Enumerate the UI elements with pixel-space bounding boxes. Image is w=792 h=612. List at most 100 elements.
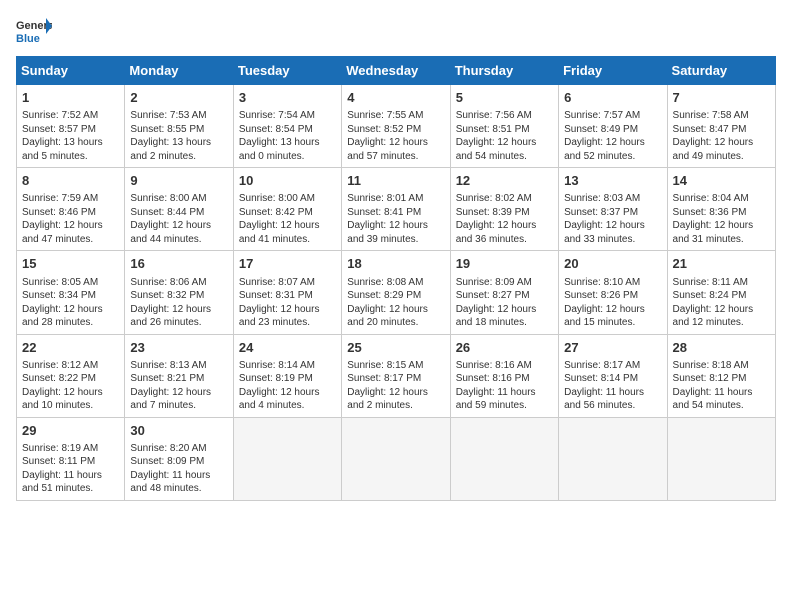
day-number: 3 bbox=[239, 89, 336, 107]
calendar-cell: 5 Sunrise: 7:56 AMSunset: 8:51 PMDaylight… bbox=[450, 85, 558, 168]
day-number: 20 bbox=[564, 255, 661, 273]
day-number: 1 bbox=[22, 89, 119, 107]
dow-header-monday: Monday bbox=[125, 57, 233, 85]
day-info: Sunrise: 8:16 AMSunset: 8:16 PMDaylight:… bbox=[456, 359, 553, 413]
day-number: 26 bbox=[456, 339, 553, 357]
day-number: 15 bbox=[22, 255, 119, 273]
day-number: 2 bbox=[130, 89, 227, 107]
day-number: 7 bbox=[673, 89, 770, 107]
day-info: Sunrise: 7:55 AMSunset: 8:52 PMDaylight:… bbox=[347, 109, 444, 163]
calendar-cell: 11 Sunrise: 8:01 AMSunset: 8:41 PMDayligh… bbox=[342, 168, 450, 251]
calendar-table: SundayMondayTuesdayWednesdayThursdayFrid… bbox=[16, 56, 776, 501]
day-info: Sunrise: 8:04 AMSunset: 8:36 PMDaylight:… bbox=[673, 192, 770, 246]
svg-text:Blue: Blue bbox=[16, 33, 40, 44]
day-info: Sunrise: 7:58 AMSunset: 8:47 PMDaylight:… bbox=[673, 109, 770, 163]
calendar-cell: 22 Sunrise: 8:12 AMSunset: 8:22 PMDayligh… bbox=[17, 334, 125, 417]
day-number: 5 bbox=[456, 89, 553, 107]
day-info: Sunrise: 8:06 AMSunset: 8:32 PMDaylight:… bbox=[130, 276, 227, 330]
day-info: Sunrise: 8:01 AMSunset: 8:41 PMDaylight:… bbox=[347, 192, 444, 246]
day-number: 30 bbox=[130, 422, 227, 440]
dow-header-wednesday: Wednesday bbox=[342, 57, 450, 85]
calendar-cell: 12Sunrise: 8:02 AMSunset: 8:39 PMDayligh… bbox=[450, 168, 558, 251]
day-number: 9 bbox=[130, 172, 227, 190]
dow-header-thursday: Thursday bbox=[450, 57, 558, 85]
day-number: 21 bbox=[673, 255, 770, 273]
day-number: 17 bbox=[239, 255, 336, 273]
calendar-cell: 16 Sunrise: 8:06 AMSunset: 8:32 PMDayligh… bbox=[125, 251, 233, 334]
calendar-cell: 30 Sunrise: 8:20 AMSunset: 8:09 PMDayligh… bbox=[125, 417, 233, 500]
calendar-cell: 24Sunrise: 8:14 AMSunset: 8:19 PMDayligh… bbox=[233, 334, 341, 417]
day-info: Sunrise: 8:13 AMSunset: 8:21 PMDaylight:… bbox=[130, 359, 227, 413]
day-number: 27 bbox=[564, 339, 661, 357]
day-number: 23 bbox=[130, 339, 227, 357]
calendar-cell: 4 Sunrise: 7:55 AMSunset: 8:52 PMDaylight… bbox=[342, 85, 450, 168]
calendar-cell: 1 Sunrise: 7:52 AMSunset: 8:57 PMDaylight… bbox=[17, 85, 125, 168]
calendar-cell: 2 Sunrise: 7:53 AMSunset: 8:55 PMDaylight… bbox=[125, 85, 233, 168]
day-info: Sunrise: 7:56 AMSunset: 8:51 PMDaylight:… bbox=[456, 109, 553, 163]
calendar-cell: 7 Sunrise: 7:58 AMSunset: 8:47 PMDaylight… bbox=[667, 85, 775, 168]
day-number: 28 bbox=[673, 339, 770, 357]
day-info: Sunrise: 8:11 AMSunset: 8:24 PMDaylight:… bbox=[673, 276, 770, 330]
calendar-cell: 17 Sunrise: 8:07 AMSunset: 8:31 PMDayligh… bbox=[233, 251, 341, 334]
calendar-cell: 8 Sunrise: 7:59 AMSunset: 8:46 PMDaylight… bbox=[17, 168, 125, 251]
day-info: Sunrise: 8:05 AMSunset: 8:34 PMDaylight:… bbox=[22, 276, 119, 330]
logo: General Blue bbox=[16, 16, 52, 44]
day-info: Sunrise: 8:12 AMSunset: 8:22 PMDaylight:… bbox=[22, 359, 119, 413]
calendar-cell: 18Sunrise: 8:08 AMSunset: 8:29 PMDayligh… bbox=[342, 251, 450, 334]
day-info: Sunrise: 8:09 AMSunset: 8:27 PMDaylight:… bbox=[456, 276, 553, 330]
day-info: Sunrise: 8:20 AMSunset: 8:09 PMDaylight:… bbox=[130, 442, 227, 496]
day-info: Sunrise: 8:19 AMSunset: 8:11 PMDaylight:… bbox=[22, 442, 119, 496]
day-info: Sunrise: 8:10 AMSunset: 8:26 PMDaylight:… bbox=[564, 276, 661, 330]
day-number: 13 bbox=[564, 172, 661, 190]
day-info: Sunrise: 7:52 AMSunset: 8:57 PMDaylight:… bbox=[22, 109, 119, 163]
day-number: 14 bbox=[673, 172, 770, 190]
logo-icon: General Blue bbox=[16, 16, 52, 44]
day-info: Sunrise: 8:18 AMSunset: 8:12 PMDaylight:… bbox=[673, 359, 770, 413]
calendar-cell: 3 Sunrise: 7:54 AMSunset: 8:54 PMDaylight… bbox=[233, 85, 341, 168]
day-info: Sunrise: 8:00 AMSunset: 8:44 PMDaylight:… bbox=[130, 192, 227, 246]
calendar-cell bbox=[342, 417, 450, 500]
dow-header-friday: Friday bbox=[559, 57, 667, 85]
day-number: 11 bbox=[347, 172, 444, 190]
calendar-cell: 13 Sunrise: 8:03 AMSunset: 8:37 PMDayligh… bbox=[559, 168, 667, 251]
day-info: Sunrise: 7:59 AMSunset: 8:46 PMDaylight:… bbox=[22, 192, 119, 246]
day-info: Sunrise: 8:14 AMSunset: 8:19 PMDaylight:… bbox=[239, 359, 336, 413]
day-info: Sunrise: 8:07 AMSunset: 8:31 PMDaylight:… bbox=[239, 276, 336, 330]
calendar-cell: 20 Sunrise: 8:10 AMSunset: 8:26 PMDayligh… bbox=[559, 251, 667, 334]
dow-header-saturday: Saturday bbox=[667, 57, 775, 85]
dow-header-tuesday: Tuesday bbox=[233, 57, 341, 85]
day-info: Sunrise: 8:03 AMSunset: 8:37 PMDaylight:… bbox=[564, 192, 661, 246]
day-info: Sunrise: 7:57 AMSunset: 8:49 PMDaylight:… bbox=[564, 109, 661, 163]
day-number: 19 bbox=[456, 255, 553, 273]
calendar-cell bbox=[233, 417, 341, 500]
day-number: 4 bbox=[347, 89, 444, 107]
calendar-cell: 9 Sunrise: 8:00 AMSunset: 8:44 PMDaylight… bbox=[125, 168, 233, 251]
calendar-cell: 25 Sunrise: 8:15 AMSunset: 8:17 PMDayligh… bbox=[342, 334, 450, 417]
calendar-cell bbox=[667, 417, 775, 500]
day-number: 25 bbox=[347, 339, 444, 357]
day-number: 18 bbox=[347, 255, 444, 273]
dow-header-sunday: Sunday bbox=[17, 57, 125, 85]
day-number: 22 bbox=[22, 339, 119, 357]
day-number: 8 bbox=[22, 172, 119, 190]
day-info: Sunrise: 8:00 AMSunset: 8:42 PMDaylight:… bbox=[239, 192, 336, 246]
calendar-cell: 19 Sunrise: 8:09 AMSunset: 8:27 PMDayligh… bbox=[450, 251, 558, 334]
calendar-cell: 29Sunrise: 8:19 AMSunset: 8:11 PMDayligh… bbox=[17, 417, 125, 500]
calendar-cell: 6 Sunrise: 7:57 AMSunset: 8:49 PMDaylight… bbox=[559, 85, 667, 168]
calendar-cell: 27 Sunrise: 8:17 AMSunset: 8:14 PMDayligh… bbox=[559, 334, 667, 417]
calendar-cell: 28 Sunrise: 8:18 AMSunset: 8:12 PMDayligh… bbox=[667, 334, 775, 417]
calendar-cell: 10 Sunrise: 8:00 AMSunset: 8:42 PMDayligh… bbox=[233, 168, 341, 251]
calendar-cell: 26 Sunrise: 8:16 AMSunset: 8:16 PMDayligh… bbox=[450, 334, 558, 417]
day-info: Sunrise: 8:15 AMSunset: 8:17 PMDaylight:… bbox=[347, 359, 444, 413]
calendar-cell: 21 Sunrise: 8:11 AMSunset: 8:24 PMDayligh… bbox=[667, 251, 775, 334]
calendar-cell bbox=[559, 417, 667, 500]
day-number: 6 bbox=[564, 89, 661, 107]
calendar-cell: 15 Sunrise: 8:05 AMSunset: 8:34 PMDayligh… bbox=[17, 251, 125, 334]
calendar-cell: 14 Sunrise: 8:04 AMSunset: 8:36 PMDayligh… bbox=[667, 168, 775, 251]
day-number: 10 bbox=[239, 172, 336, 190]
day-info: Sunrise: 7:53 AMSunset: 8:55 PMDaylight:… bbox=[130, 109, 227, 163]
day-number: 16 bbox=[130, 255, 227, 273]
calendar-cell bbox=[450, 417, 558, 500]
day-info: Sunrise: 7:54 AMSunset: 8:54 PMDaylight:… bbox=[239, 109, 336, 163]
day-info: Sunrise: 8:17 AMSunset: 8:14 PMDaylight:… bbox=[564, 359, 661, 413]
